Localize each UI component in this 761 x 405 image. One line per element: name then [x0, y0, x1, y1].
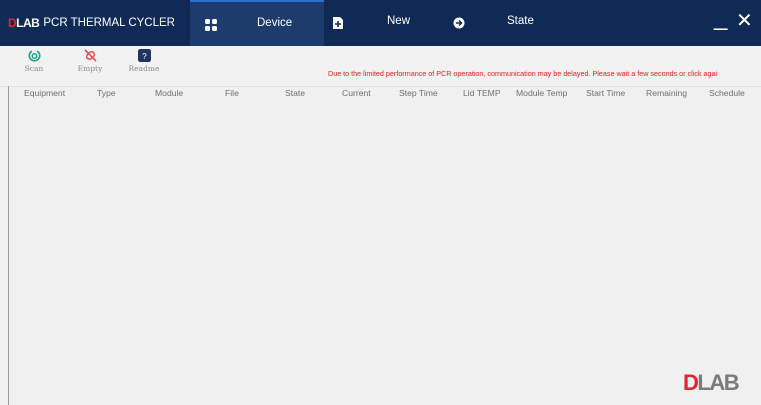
app-title: PCR THERMAL CYCLER: [43, 17, 175, 29]
scan-button[interactable]: Scan: [14, 49, 54, 73]
empty-button[interactable]: Empty: [70, 49, 110, 73]
divider: [0, 86, 761, 87]
title-bar: D LAB PCR THERMAL CYCLER Device New State…: [0, 0, 761, 46]
tab-state[interactable]: State: [444, 0, 574, 46]
tab-device[interactable]: Device: [190, 0, 324, 46]
grid-icon: [205, 19, 217, 31]
arrow-circle-icon: [453, 17, 465, 29]
brand: D LAB PCR THERMAL CYCLER: [8, 15, 175, 31]
col-header-current[interactable]: Current: [342, 88, 371, 98]
tab-device-label: Device: [257, 17, 293, 29]
col-header-module[interactable]: Module: [155, 88, 183, 98]
col-header-state[interactable]: State: [285, 88, 305, 98]
tab-new-label: New: [387, 15, 411, 27]
minimize-button[interactable]: _: [714, 6, 727, 30]
help-icon: ?: [137, 49, 151, 62]
col-header-lid-temp[interactable]: Lid TEMP: [463, 88, 501, 98]
col-header-type[interactable]: Type: [97, 88, 116, 98]
watermark-logo: D LAB: [683, 370, 740, 395]
col-header-equipment[interactable]: Equipment: [24, 88, 65, 98]
scan-icon: [27, 50, 41, 62]
col-header-schedule[interactable]: Schedule: [709, 88, 745, 98]
col-header-step-time[interactable]: Step Time: [399, 88, 438, 98]
col-header-file[interactable]: File: [225, 88, 239, 98]
table-left-border: [8, 86, 9, 405]
toolbar: Scan Empty ? Readme: [0, 46, 761, 86]
status-notice: Due to the limited performance of PCR op…: [328, 69, 718, 78]
close-button[interactable]: ✕: [736, 10, 753, 32]
device-table: Equipment Type Module File State Current…: [0, 86, 761, 405]
empty-icon: [83, 49, 97, 62]
app-logo: D LAB: [8, 16, 40, 30]
new-file-icon: [333, 17, 343, 29]
col-header-start-time[interactable]: Start Time: [586, 88, 625, 98]
readme-button[interactable]: ? Readme: [124, 49, 164, 73]
svg-text:?: ?: [142, 51, 147, 61]
col-header-remaining[interactable]: Remaining: [646, 88, 687, 98]
empty-label: Empty: [77, 64, 103, 73]
tab-state-label: State: [507, 15, 534, 27]
col-header-module-temp[interactable]: Module Temp: [516, 88, 567, 98]
readme-label: Readme: [128, 64, 160, 73]
tab-new[interactable]: New: [324, 0, 444, 46]
scan-label: Scan: [24, 64, 44, 73]
